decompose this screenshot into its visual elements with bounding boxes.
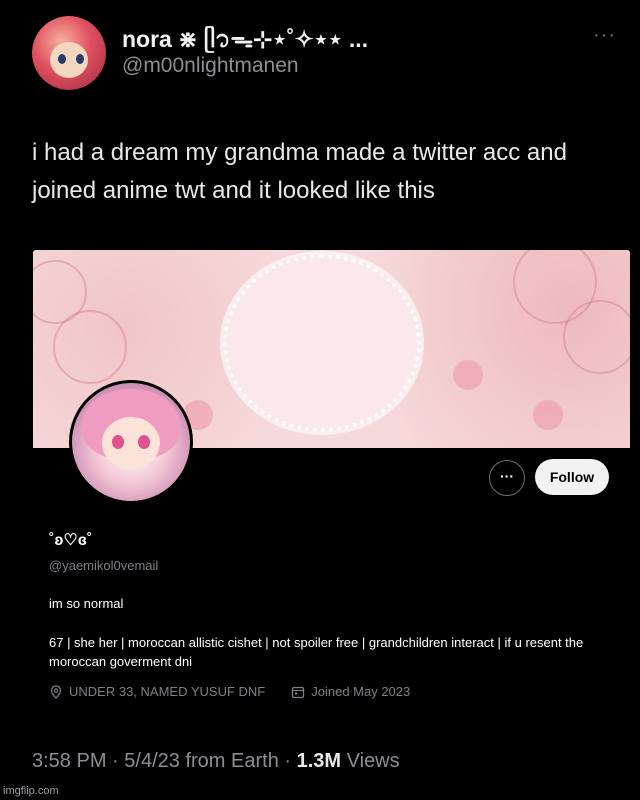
rose-decoration — [53, 310, 127, 384]
avatar-eye — [76, 54, 84, 64]
embedded-profile-screenshot: ··· Follow ˚ʚ♡ɞ˚ @yaemikol0vemail im so … — [33, 250, 630, 710]
lace-frame — [223, 254, 421, 432]
follow-button[interactable]: Follow — [535, 459, 609, 495]
views-count: 1.3M — [296, 750, 342, 772]
imgflip-watermark: imgflip.com — [3, 785, 59, 797]
location-pin-icon — [50, 684, 62, 699]
profile-avatar[interactable] — [69, 380, 193, 504]
avatar-eye — [112, 435, 124, 449]
flower-icon — [453, 360, 483, 390]
profile-meta: UNDER 33, NAMED YUSUF DNF Joined May 202… — [49, 684, 410, 699]
tweet-timestamp[interactable]: 3:58 PM · 5/4/23 from Earth · 1.3M Views — [32, 750, 400, 773]
avatar-eye — [138, 435, 150, 449]
calendar-icon — [292, 686, 305, 698]
tweet-author-avatar[interactable] — [32, 16, 106, 90]
separator: · — [284, 750, 292, 772]
avatar-eye — [58, 54, 66, 64]
views-label: Views — [346, 750, 400, 772]
profile-more-button[interactable]: ··· — [489, 460, 525, 496]
profile-display-name: ˚ʚ♡ɞ˚ — [49, 532, 93, 549]
tweet-author-handle[interactable]: @m00nlightmanen — [122, 54, 299, 78]
tweet-date: 5/4/23 — [124, 750, 180, 772]
separator: · — [112, 750, 119, 772]
tweet-text: i had a dream my grandma made a twitter … — [32, 139, 567, 204]
profile-joined-date: Joined May 2023 — [311, 684, 411, 699]
more-options-icon[interactable]: ··· — [593, 24, 616, 47]
rose-decoration — [563, 300, 630, 374]
avatar-face — [102, 417, 160, 469]
tweet-time: 3:58 PM — [32, 750, 107, 772]
profile-bio-details: 67 | she her | moroccan allistic cishet … — [49, 635, 584, 669]
tweet-source: from Earth — [185, 750, 279, 772]
flower-icon — [533, 400, 563, 430]
profile-handle: @yaemikol0vemail — [49, 558, 159, 573]
profile-location: UNDER 33, NAMED YUSUF DNF — [69, 684, 266, 699]
profile-bio-line: im so normal — [49, 596, 124, 611]
